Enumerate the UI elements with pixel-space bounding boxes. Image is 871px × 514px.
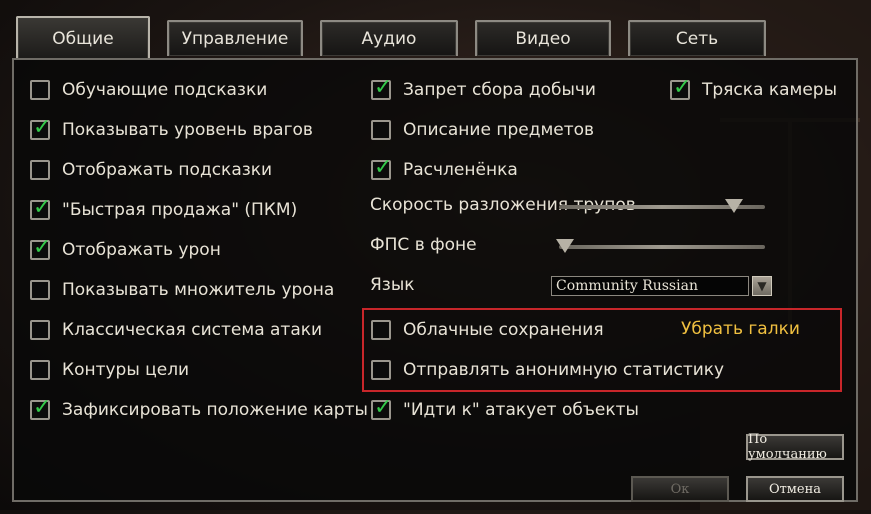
checkmark-icon: ✓ — [33, 235, 52, 260]
tab-audio[interactable]: Аудио — [320, 20, 458, 56]
option-gore[interactable]: ✓ Расчленёнка — [371, 155, 518, 185]
option-label: "Быстрая продажа" (ПКМ) — [62, 200, 298, 220]
background-fps-slider[interactable] — [559, 245, 765, 249]
option-classic-attack[interactable]: Классическая система атаки — [30, 315, 322, 345]
checkmark-icon: ✓ — [374, 75, 393, 100]
option-label: "Идти к" атакует объекты — [403, 400, 639, 420]
option-loot-ban[interactable]: ✓ Запрет сбора добычи — [371, 75, 596, 105]
tab-network[interactable]: Сеть — [628, 20, 766, 56]
option-tutorial-hints[interactable]: Обучающие подсказки — [30, 75, 267, 105]
tab-controls[interactable]: Управление — [167, 20, 303, 56]
option-label: Отправлять анонимную статистику — [403, 360, 725, 380]
checkbox[interactable] — [30, 360, 50, 380]
option-goto-attacks[interactable]: ✓ "Идти к" атакует объекты — [371, 395, 639, 425]
option-label: Контуры цели — [62, 360, 190, 380]
option-label: Классическая система атаки — [62, 320, 323, 340]
option-label: Показывать уровень врагов — [62, 120, 313, 140]
checkbox[interactable]: ✓ — [30, 115, 52, 140]
option-item-description[interactable]: Описание предметов — [371, 115, 594, 145]
checkbox[interactable] — [371, 320, 391, 340]
settings-tabs: Общие Управление Аудио Видео Сеть — [10, 16, 870, 60]
default-button[interactable]: По умолчанию — [746, 432, 844, 462]
option-cloud-saves[interactable]: Облачные сохранения — [371, 315, 604, 345]
checkbox[interactable]: ✓ — [371, 395, 393, 420]
dropdown-arrow-icon[interactable]: ▼ — [752, 276, 772, 296]
ok-button[interactable]: Ок — [631, 476, 729, 502]
checkmark-icon: ✓ — [374, 155, 393, 180]
checkbox[interactable]: ✓ — [371, 155, 393, 180]
annotation-text: Убрать галки — [681, 319, 800, 339]
option-label: Расчленёнка — [403, 160, 518, 180]
language-label: Язык — [370, 275, 415, 295]
option-label: Отображать урон — [62, 240, 221, 260]
cancel-button[interactable]: Отмена — [746, 476, 844, 502]
option-label: Показывать множитель урона — [62, 280, 335, 300]
option-label: Тряска камеры — [702, 80, 838, 100]
checkmark-icon: ✓ — [33, 395, 52, 420]
checkbox[interactable]: ✓ — [670, 75, 692, 100]
checkmark-icon: ✓ — [33, 195, 52, 220]
option-label: Отображать подсказки — [62, 160, 273, 180]
option-label: Обучающие подсказки — [62, 80, 268, 100]
option-damage-multiplier[interactable]: Показывать множитель урона — [30, 275, 334, 305]
option-anonymous-stats[interactable]: Отправлять анонимную статистику — [371, 355, 724, 385]
checkbox[interactable]: ✓ — [30, 395, 52, 420]
checkbox[interactable] — [30, 160, 50, 180]
corpse-decay-slider-handle[interactable] — [725, 199, 744, 213]
settings-panel: Обучающие подсказки ✓ Показывать уровень… — [12, 58, 858, 502]
checkmark-icon: ✓ — [673, 75, 692, 100]
tab-video[interactable]: Видео — [475, 20, 611, 56]
checkbox[interactable] — [30, 80, 50, 100]
option-quick-sell[interactable]: ✓ "Быстрая продажа" (ПКМ) — [30, 195, 297, 225]
background-fps-slider-handle[interactable] — [556, 239, 575, 253]
checkbox[interactable]: ✓ — [30, 235, 52, 260]
option-label: Запрет сбора добычи — [403, 80, 596, 100]
option-show-enemy-level[interactable]: ✓ Показывать уровень врагов — [30, 115, 313, 145]
option-label: Облачные сохранения — [403, 320, 604, 340]
checkbox[interactable] — [371, 120, 391, 140]
option-show-hints[interactable]: Отображать подсказки — [30, 155, 272, 185]
option-show-damage[interactable]: ✓ Отображать урон — [30, 235, 221, 265]
tab-general[interactable]: Общие — [16, 16, 150, 60]
checkmark-icon: ✓ — [374, 395, 393, 420]
option-lock-map[interactable]: ✓ Зафиксировать положение карты — [30, 395, 368, 425]
checkbox[interactable] — [371, 360, 391, 380]
checkbox[interactable] — [30, 320, 50, 340]
checkbox[interactable]: ✓ — [30, 195, 52, 220]
checkbox[interactable]: ✓ — [371, 75, 393, 100]
language-select[interactable]: Community Russian — [551, 276, 749, 296]
checkmark-icon: ✓ — [33, 115, 52, 140]
option-target-outlines[interactable]: Контуры цели — [30, 355, 189, 385]
option-label: Зафиксировать положение карты — [62, 400, 368, 420]
checkbox[interactable] — [30, 280, 50, 300]
option-camera-shake[interactable]: ✓ Тряска камеры — [670, 75, 837, 105]
option-label: Описание предметов — [403, 120, 595, 140]
background-fps-label: ФПС в фоне — [370, 235, 477, 255]
